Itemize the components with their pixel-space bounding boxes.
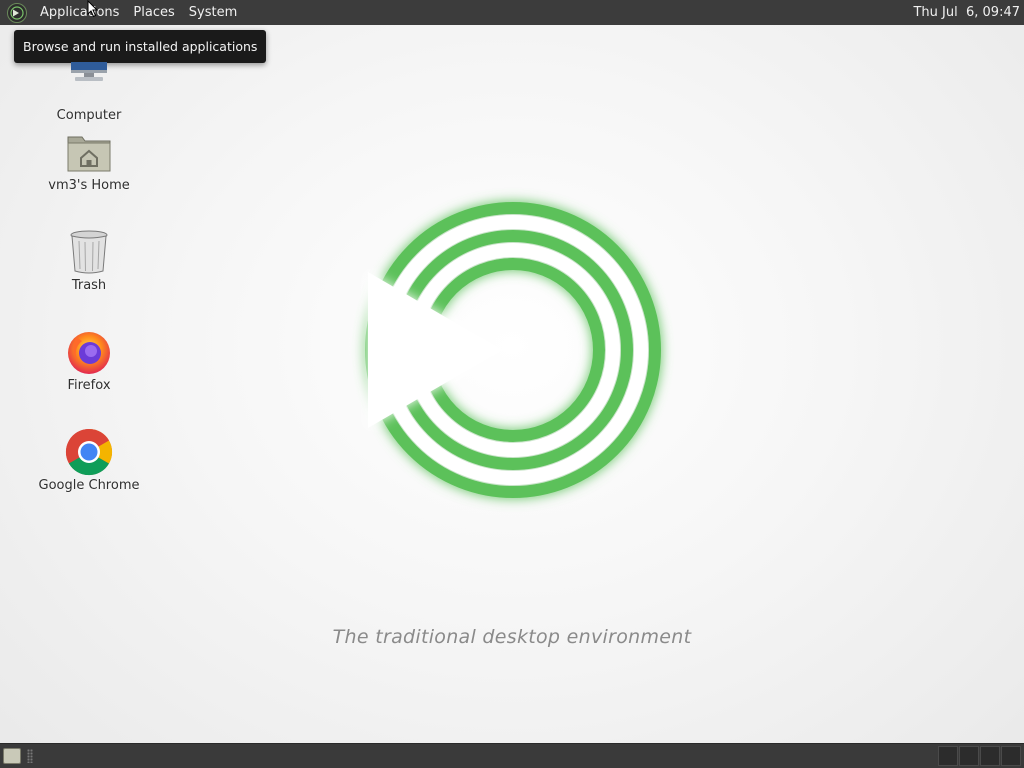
- bottom-panel: [0, 743, 1024, 768]
- desktop-icon-label: Computer: [56, 108, 122, 123]
- desktop-icon-label: vm3's Home: [48, 178, 130, 193]
- clock[interactable]: Thu Jul 6, 09:47: [913, 0, 1020, 25]
- desktop-icon-trash[interactable]: Trash: [34, 228, 144, 293]
- mouse-cursor-icon: [87, 0, 99, 18]
- mate-menu-icon[interactable]: [7, 2, 27, 23]
- trash-icon: [65, 228, 113, 276]
- applications-menu[interactable]: Applications: [33, 0, 126, 25]
- workspace-1[interactable]: [938, 746, 958, 766]
- workspace-2[interactable]: [959, 746, 979, 766]
- wallpaper-tagline: The traditional desktop environment: [332, 626, 692, 648]
- desktop-icon-label: Firefox: [67, 378, 111, 393]
- computer-icon: [65, 58, 113, 106]
- places-menu[interactable]: Places: [126, 0, 181, 25]
- desktop-icon-label: Google Chrome: [38, 478, 140, 493]
- firefox-icon: [65, 328, 113, 376]
- mate-logo-wallpaper: [365, 202, 661, 498]
- system-menu[interactable]: System: [182, 0, 244, 25]
- desktop-icon-home[interactable]: vm3's Home: [34, 128, 144, 193]
- top-panel: Applications Places System Thu Jul 6, 09…: [0, 0, 1024, 25]
- chrome-icon: [65, 428, 113, 476]
- workspace-4[interactable]: [1001, 746, 1021, 766]
- home-folder-icon: [65, 128, 113, 176]
- show-desktop-icon[interactable]: [3, 748, 21, 764]
- desktop-icon-label: Trash: [71, 278, 107, 293]
- desktop-icon-computer[interactable]: Computer: [34, 58, 144, 123]
- panel-drag-handle[interactable]: [27, 749, 33, 763]
- desktop-icon-chrome[interactable]: Google Chrome: [34, 428, 144, 493]
- desktop-icon-firefox[interactable]: Firefox: [34, 328, 144, 393]
- workspace-3[interactable]: [980, 746, 1000, 766]
